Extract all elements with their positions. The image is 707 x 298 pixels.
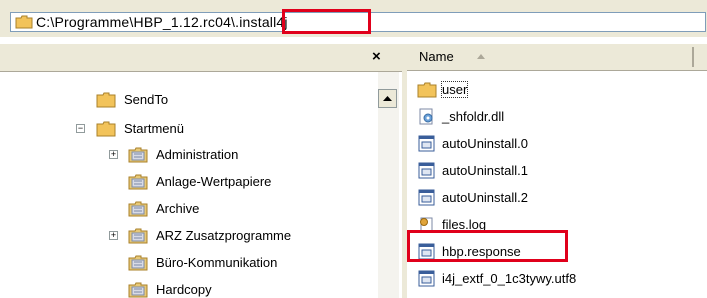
tree-item-arz-zusatzprogramme[interactable]: ARZ Zusatzprogramme [128, 224, 291, 246]
tree-item-label: Archive [156, 200, 200, 216]
column-label: Name [419, 49, 454, 64]
program-group-icon [128, 173, 148, 190]
tree-item-administration[interactable]: Administration [128, 143, 238, 165]
dll-icon [417, 108, 437, 125]
file-row-autouninstall-1[interactable]: autoUninstall.1 [417, 159, 528, 181]
tree-item-hardcopy[interactable]: Hardcopy [128, 278, 212, 298]
tree-item-archive[interactable]: Archive [128, 197, 199, 219]
collapse-icon[interactable]: − [76, 124, 85, 133]
tree-item-startmenu[interactable]: Startmenü [96, 117, 184, 139]
address-path: C:\Programme\HBP_1.12.rc04\.install4j [36, 14, 288, 30]
expand-icon[interactable]: + [109, 231, 118, 240]
script-file-icon [417, 270, 437, 287]
folder-icon [417, 81, 437, 98]
tree-item-label: ARZ Zusatzprogramme [156, 227, 292, 243]
close-icon[interactable]: × [372, 48, 381, 65]
file-label: _shfoldr.dll [442, 108, 505, 124]
tree-scrollbar[interactable] [378, 72, 399, 298]
script-file-icon [417, 135, 437, 152]
script-file-icon [417, 162, 437, 179]
tree-item-label: Hardcopy [156, 281, 212, 297]
scroll-up-button[interactable] [378, 89, 397, 108]
folder-open-icon [96, 120, 116, 137]
tree-item-sendto[interactable]: SendTo [96, 88, 168, 110]
arrow-up-icon [383, 96, 392, 101]
expand-icon[interactable]: + [109, 150, 118, 159]
file-label: autoUninstall.2 [442, 189, 528, 205]
tree-item-label: Startmenü [124, 120, 184, 136]
file-row-i4j-extf[interactable]: i4j_extf_0_1c3tywy.utf8 [417, 267, 576, 289]
tree-item-buero-kommunikation[interactable]: Büro-Kommunikation [128, 251, 277, 273]
file-row-autouninstall-2[interactable]: autoUninstall.2 [417, 186, 528, 208]
file-row-autouninstall-0[interactable]: autoUninstall.0 [417, 132, 528, 154]
file-label: i4j_extf_0_1c3tywy.utf8 [442, 270, 577, 286]
folder-pane-header: × [0, 44, 402, 72]
script-file-icon [417, 189, 437, 206]
column-header-name[interactable]: Name [407, 44, 707, 71]
tree-item-label: Büro-Kommunikation [156, 254, 278, 270]
tree-item-anlage-wertpapiere[interactable]: Anlage-Wertpapiere [128, 170, 271, 192]
column-divider[interactable] [692, 47, 694, 67]
folder-icon [15, 15, 33, 29]
folder-icon [96, 91, 116, 108]
highlight-install4j [282, 9, 371, 34]
file-label: autoUninstall.1 [442, 162, 528, 178]
file-label: autoUninstall.0 [442, 135, 528, 151]
file-row-shfoldr[interactable]: _shfoldr.dll [417, 105, 504, 127]
program-group-icon [128, 281, 148, 298]
program-group-icon [128, 227, 148, 244]
program-group-icon [128, 254, 148, 271]
folder-tree-pane: × SendTo − Startmenü + Administration An… [0, 44, 402, 298]
file-row-user[interactable]: user [417, 78, 469, 100]
tree-item-label: Administration [156, 146, 239, 162]
tree-item-label: Anlage-Wertpapiere [156, 173, 272, 189]
highlight-hbp-response [407, 230, 568, 262]
file-label: user [440, 80, 469, 98]
program-group-icon [128, 200, 148, 217]
program-group-icon [128, 146, 148, 163]
sort-ascending-icon [477, 54, 485, 59]
tree-item-label: SendTo [124, 91, 169, 107]
